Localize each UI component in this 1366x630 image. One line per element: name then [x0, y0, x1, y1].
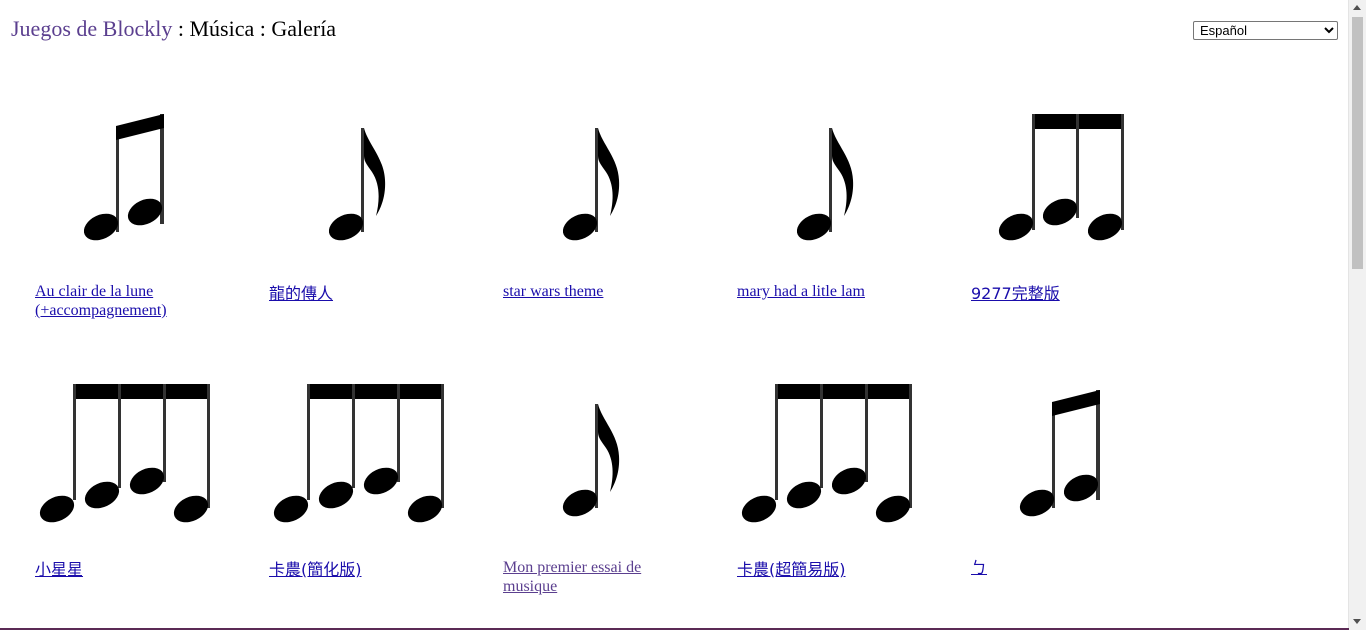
gallery-card[interactable]: 9277完整版 [936, 96, 1166, 336]
eighth-note-icon [562, 128, 620, 241]
breadcrumb-section: Música [189, 16, 255, 41]
beamed-two-notes-icon [83, 114, 164, 241]
gallery-card[interactable]: mary had a litle lam [702, 96, 932, 336]
gallery-item-link[interactable]: star wars theme [503, 282, 693, 301]
gallery-item-link[interactable]: Au clair de la lune (+accompagnement) [35, 282, 225, 320]
gallery-item-link[interactable]: ㄅ [971, 558, 1161, 577]
beamed-two-notes-icon [1019, 390, 1100, 517]
vertical-scrollbar[interactable] [1348, 0, 1366, 630]
scrollbar-thumb[interactable] [1352, 17, 1363, 269]
gallery-card[interactable]: 小星星 [0, 372, 230, 612]
gallery-card[interactable]: star wars theme [468, 96, 698, 336]
gallery-card[interactable]: ㄅ [936, 372, 1166, 612]
gallery-card[interactable]: 卡農(超簡易版) [702, 372, 932, 612]
beamed-three-notes-icon [998, 114, 1124, 241]
beamed-four-notes-icon [273, 384, 444, 523]
page-header: Juegos de Blockly : Música : Galería [11, 14, 336, 44]
scroll-up-arrow-icon[interactable] [1353, 5, 1361, 10]
gallery-card[interactable]: 卡農(簡化版) [234, 372, 464, 612]
gallery-item-link[interactable]: 小星星 [35, 560, 225, 579]
eighth-note-icon [562, 404, 620, 517]
beamed-four-notes-icon [39, 384, 210, 523]
eighth-note-icon [328, 128, 386, 241]
scroll-down-arrow-icon[interactable] [1353, 619, 1361, 624]
gallery-item-link[interactable]: 卡農(超簡易版) [737, 560, 927, 579]
gallery-card[interactable]: Au clair de la lune (+accompagnement) [0, 96, 230, 336]
language-select[interactable]: Español [1193, 21, 1338, 40]
gallery-page: Juegos de Blockly : Música : Galería Esp… [0, 0, 1366, 630]
page-title: Galería [271, 16, 337, 41]
gallery-item-link[interactable]: 卡農(簡化版) [269, 560, 459, 579]
breadcrumb-separator: : [254, 16, 272, 41]
breadcrumb-separator: : [172, 16, 190, 41]
beamed-four-notes-icon [741, 384, 912, 523]
gallery-item-link[interactable]: mary had a litle lam [737, 282, 927, 301]
eighth-note-icon [796, 128, 854, 241]
gallery-card[interactable]: 龍的傳人 [234, 96, 464, 336]
gallery-item-link[interactable]: Mon premier essai de musique [503, 558, 693, 596]
app-home-link[interactable]: Juegos de Blockly [11, 16, 172, 41]
gallery-item-link[interactable]: 龍的傳人 [269, 284, 459, 303]
gallery-item-link[interactable]: 9277完整版 [971, 284, 1161, 303]
gallery-card[interactable]: Mon premier essai de musique [468, 372, 698, 612]
